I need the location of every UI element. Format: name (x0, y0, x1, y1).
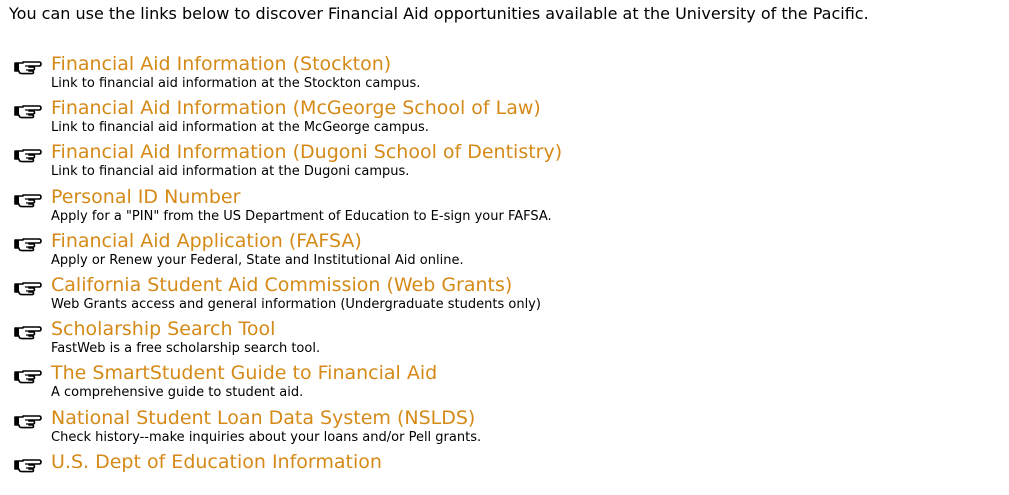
link-description: Check history--make inquiries about your… (51, 429, 482, 445)
list-item: Financial Aid Information (Stockton) Lin… (14, 53, 562, 97)
link-description: Web Grants access and general informatio… (51, 296, 541, 312)
financial-aid-link-list: Financial Aid Information (Stockton) Lin… (14, 53, 562, 495)
link-description: A comprehensive guide to student aid. (51, 385, 304, 401)
list-item: Financial Aid Information (McGeorge Scho… (14, 97, 562, 141)
link-description: Apply for a "PIN" from the US Department… (51, 208, 552, 224)
list-item: Scholarship Search Tool FastWeb is a fre… (14, 318, 562, 362)
pointing-hand-icon (14, 237, 42, 252)
list-item: California Student Aid Commission (Web G… (14, 274, 562, 318)
list-item: The SmartStudent Guide to Financial Aid … (14, 362, 562, 406)
link-description: Apply or Renew your Federal, State and I… (51, 252, 464, 268)
list-item: Financial Aid Information (Dugoni School… (14, 141, 562, 185)
link-description: FastWeb is a free scholarship search too… (51, 341, 321, 357)
pointing-hand-icon (14, 282, 42, 296)
link-smartstudent-guide[interactable]: The SmartStudent Guide to Financial Aid (51, 362, 562, 384)
pointing-hand-icon (14, 193, 42, 207)
pointing-hand-icon (14, 105, 42, 119)
link-mcgeorge[interactable]: Financial Aid Information (McGeorge Scho… (51, 97, 562, 119)
link-scholarship-search[interactable]: Scholarship Search Tool (51, 318, 562, 340)
link-nslds[interactable]: National Student Loan Data System (NSLDS… (51, 407, 562, 429)
pointing-hand-icon (14, 61, 42, 75)
link-dugoni[interactable]: Financial Aid Information (Dugoni School… (51, 141, 562, 163)
pointing-hand-icon (14, 370, 42, 384)
pointing-hand-icon (14, 414, 42, 428)
list-item: U.S. Dept of Education Information (14, 451, 562, 495)
link-description: Link to financial aid information at the… (51, 76, 421, 91)
pointing-hand-icon (14, 326, 42, 340)
link-stockton[interactable]: Financial Aid Information (Stockton) (51, 53, 562, 75)
list-item: National Student Loan Data System (NSLDS… (14, 407, 562, 451)
list-item: Financial Aid Application (FAFSA) Apply … (14, 230, 562, 274)
link-description: Link to financial aid information at the… (51, 164, 410, 180)
link-description: Link to financial aid information at the… (51, 120, 429, 136)
link-pin[interactable]: Personal ID Number (51, 186, 562, 208)
link-fafsa[interactable]: Financial Aid Application (FAFSA) (51, 230, 562, 252)
pointing-hand-icon (14, 149, 42, 163)
pointing-hand-icon (14, 458, 42, 473)
link-web-grants[interactable]: California Student Aid Commission (Web G… (51, 274, 562, 296)
intro-text: You can use the links below to discover … (9, 4, 869, 23)
link-us-dept-education[interactable]: U.S. Dept of Education Information (51, 451, 562, 473)
list-item: Personal ID Number Apply for a "PIN" fro… (14, 186, 562, 230)
